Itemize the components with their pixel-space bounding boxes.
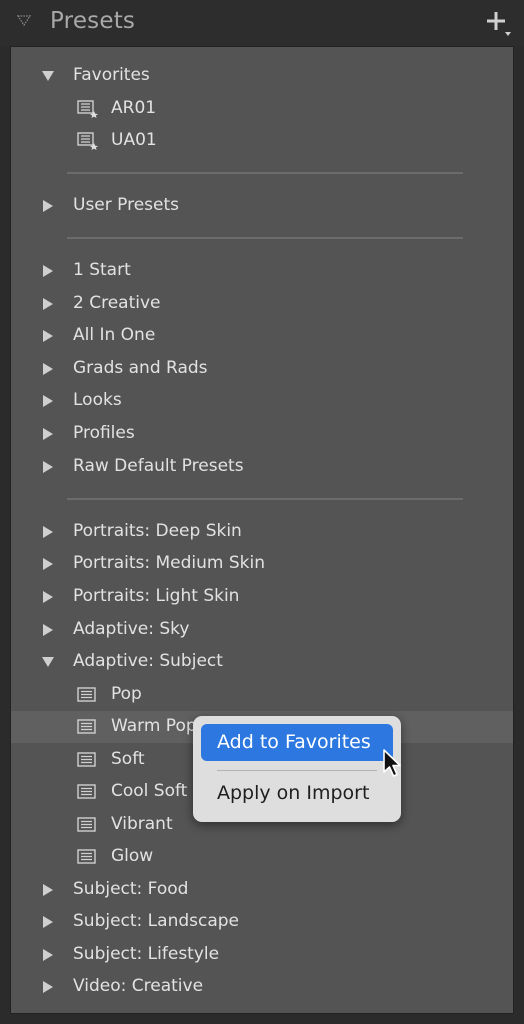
group-row[interactable]: 2 Creative [11, 288, 513, 320]
preset-label: Pop [111, 684, 142, 704]
collapsed-triangle-icon[interactable] [41, 525, 55, 539]
expanded-triangle-icon[interactable] [41, 69, 55, 83]
group-row[interactable]: Grads and Rads [11, 353, 513, 385]
group-label: Adaptive: Subject [73, 651, 223, 671]
favorite-preset-icon [77, 132, 98, 150]
group-label: User Presets [73, 195, 180, 215]
preset-label: Soft [111, 749, 145, 769]
group-label: 1 Start [73, 260, 131, 280]
collapsed-triangle-icon[interactable] [41, 980, 55, 994]
group-label: Portraits: Deep Skin [73, 521, 242, 541]
mouse-pointer-icon [383, 749, 401, 777]
group-row[interactable]: Portraits: Light Skin [11, 581, 513, 613]
group-row[interactable]: Profiles [11, 418, 513, 450]
collapsed-triangle-icon[interactable] [41, 394, 55, 408]
group-row[interactable]: Video: Creative [11, 971, 513, 1003]
favorite-preset-icon [77, 100, 98, 118]
group-label: All In One [73, 325, 156, 345]
collapsed-triangle-icon[interactable] [41, 883, 55, 897]
presets-panel: Favorites AR01 UA01 User Presets 1 Start… [10, 46, 514, 1014]
preset-item[interactable]: Pop [11, 679, 513, 711]
separator [67, 498, 463, 500]
collapsed-triangle-icon[interactable] [41, 297, 55, 311]
group-label: Subject: Landscape [73, 911, 240, 931]
preset-icon [77, 752, 96, 767]
group-favorites[interactable]: Favorites [11, 60, 513, 92]
collapsed-triangle-icon[interactable] [41, 264, 55, 278]
collapsed-triangle-icon[interactable] [41, 427, 55, 441]
expanded-triangle-icon[interactable] [41, 655, 55, 669]
preset-icon [77, 719, 96, 734]
preset-label: Vibrant [111, 814, 173, 834]
group-label: Raw Default Presets [73, 456, 244, 476]
collapsed-triangle-icon[interactable] [41, 362, 55, 376]
group-label: Profiles [73, 423, 135, 443]
collapsed-triangle-icon[interactable] [41, 948, 55, 962]
group-adaptive-subject[interactable]: Adaptive: Subject [11, 646, 513, 678]
menu-item-apply-on-import[interactable]: Apply on Import [217, 782, 369, 804]
group-row[interactable]: Portraits: Deep Skin [11, 516, 513, 548]
preset-item[interactable]: AR01 [11, 93, 513, 125]
group-label: Video: Creative [73, 976, 204, 996]
group-label: Adaptive: Sky [73, 619, 190, 639]
group-label: Grads and Rads [73, 358, 208, 378]
group-label: Favorites [73, 65, 150, 85]
group-row[interactable]: Subject: Lifestyle [11, 939, 513, 971]
add-preset-icon[interactable] [484, 8, 514, 38]
preset-label: UA01 [111, 130, 157, 150]
group-user-presets[interactable]: User Presets [11, 190, 513, 222]
preset-icon [77, 784, 96, 799]
group-row[interactable]: Subject: Landscape [11, 906, 513, 938]
preset-item[interactable]: UA01 [11, 125, 513, 157]
group-row[interactable]: Subject: Food [11, 874, 513, 906]
separator [67, 172, 463, 174]
preset-icon [77, 817, 96, 832]
collapsed-triangle-icon[interactable] [41, 199, 55, 213]
group-label: Portraits: Light Skin [73, 586, 240, 606]
group-row[interactable]: Adaptive: Sky [11, 614, 513, 646]
collapsed-triangle-icon[interactable] [41, 460, 55, 474]
group-label: Portraits: Medium Skin [73, 553, 265, 573]
group-row[interactable]: Looks [11, 385, 513, 417]
group-row[interactable]: 1 Start [11, 255, 513, 287]
preset-label: AR01 [111, 98, 157, 118]
group-row[interactable]: Portraits: Medium Skin [11, 548, 513, 580]
preset-label: Warm Pop [111, 716, 197, 736]
collapsed-triangle-icon[interactable] [41, 590, 55, 604]
collapsed-triangle-icon[interactable] [41, 557, 55, 571]
preset-icon [77, 849, 96, 864]
collapsed-triangle-icon[interactable] [41, 623, 55, 637]
collapse-panel-icon[interactable] [14, 10, 34, 30]
group-label: Subject: Food [73, 879, 189, 899]
preset-icon [77, 687, 96, 702]
collapsed-triangle-icon[interactable] [41, 915, 55, 929]
group-row[interactable]: All In One [11, 320, 513, 352]
menu-separator [217, 770, 377, 771]
preset-item[interactable]: Glow [11, 841, 513, 873]
preset-label: Cool Soft [111, 781, 188, 801]
collapsed-triangle-icon[interactable] [41, 329, 55, 343]
group-label: 2 Creative [73, 293, 161, 313]
preset-label: Glow [111, 846, 154, 866]
group-label: Looks [73, 390, 122, 410]
separator [67, 237, 463, 239]
menu-item-label: Add to Favorites [217, 731, 371, 753]
panel-title: Presets [50, 8, 136, 34]
menu-item-add-to-favorites[interactable]: Add to Favorites [201, 724, 393, 761]
panel-header: Presets [0, 0, 524, 46]
group-label: Subject: Lifestyle [73, 944, 220, 964]
group-row[interactable]: Raw Default Presets [11, 451, 513, 483]
context-menu: Add to Favorites Apply on Import [193, 716, 401, 822]
